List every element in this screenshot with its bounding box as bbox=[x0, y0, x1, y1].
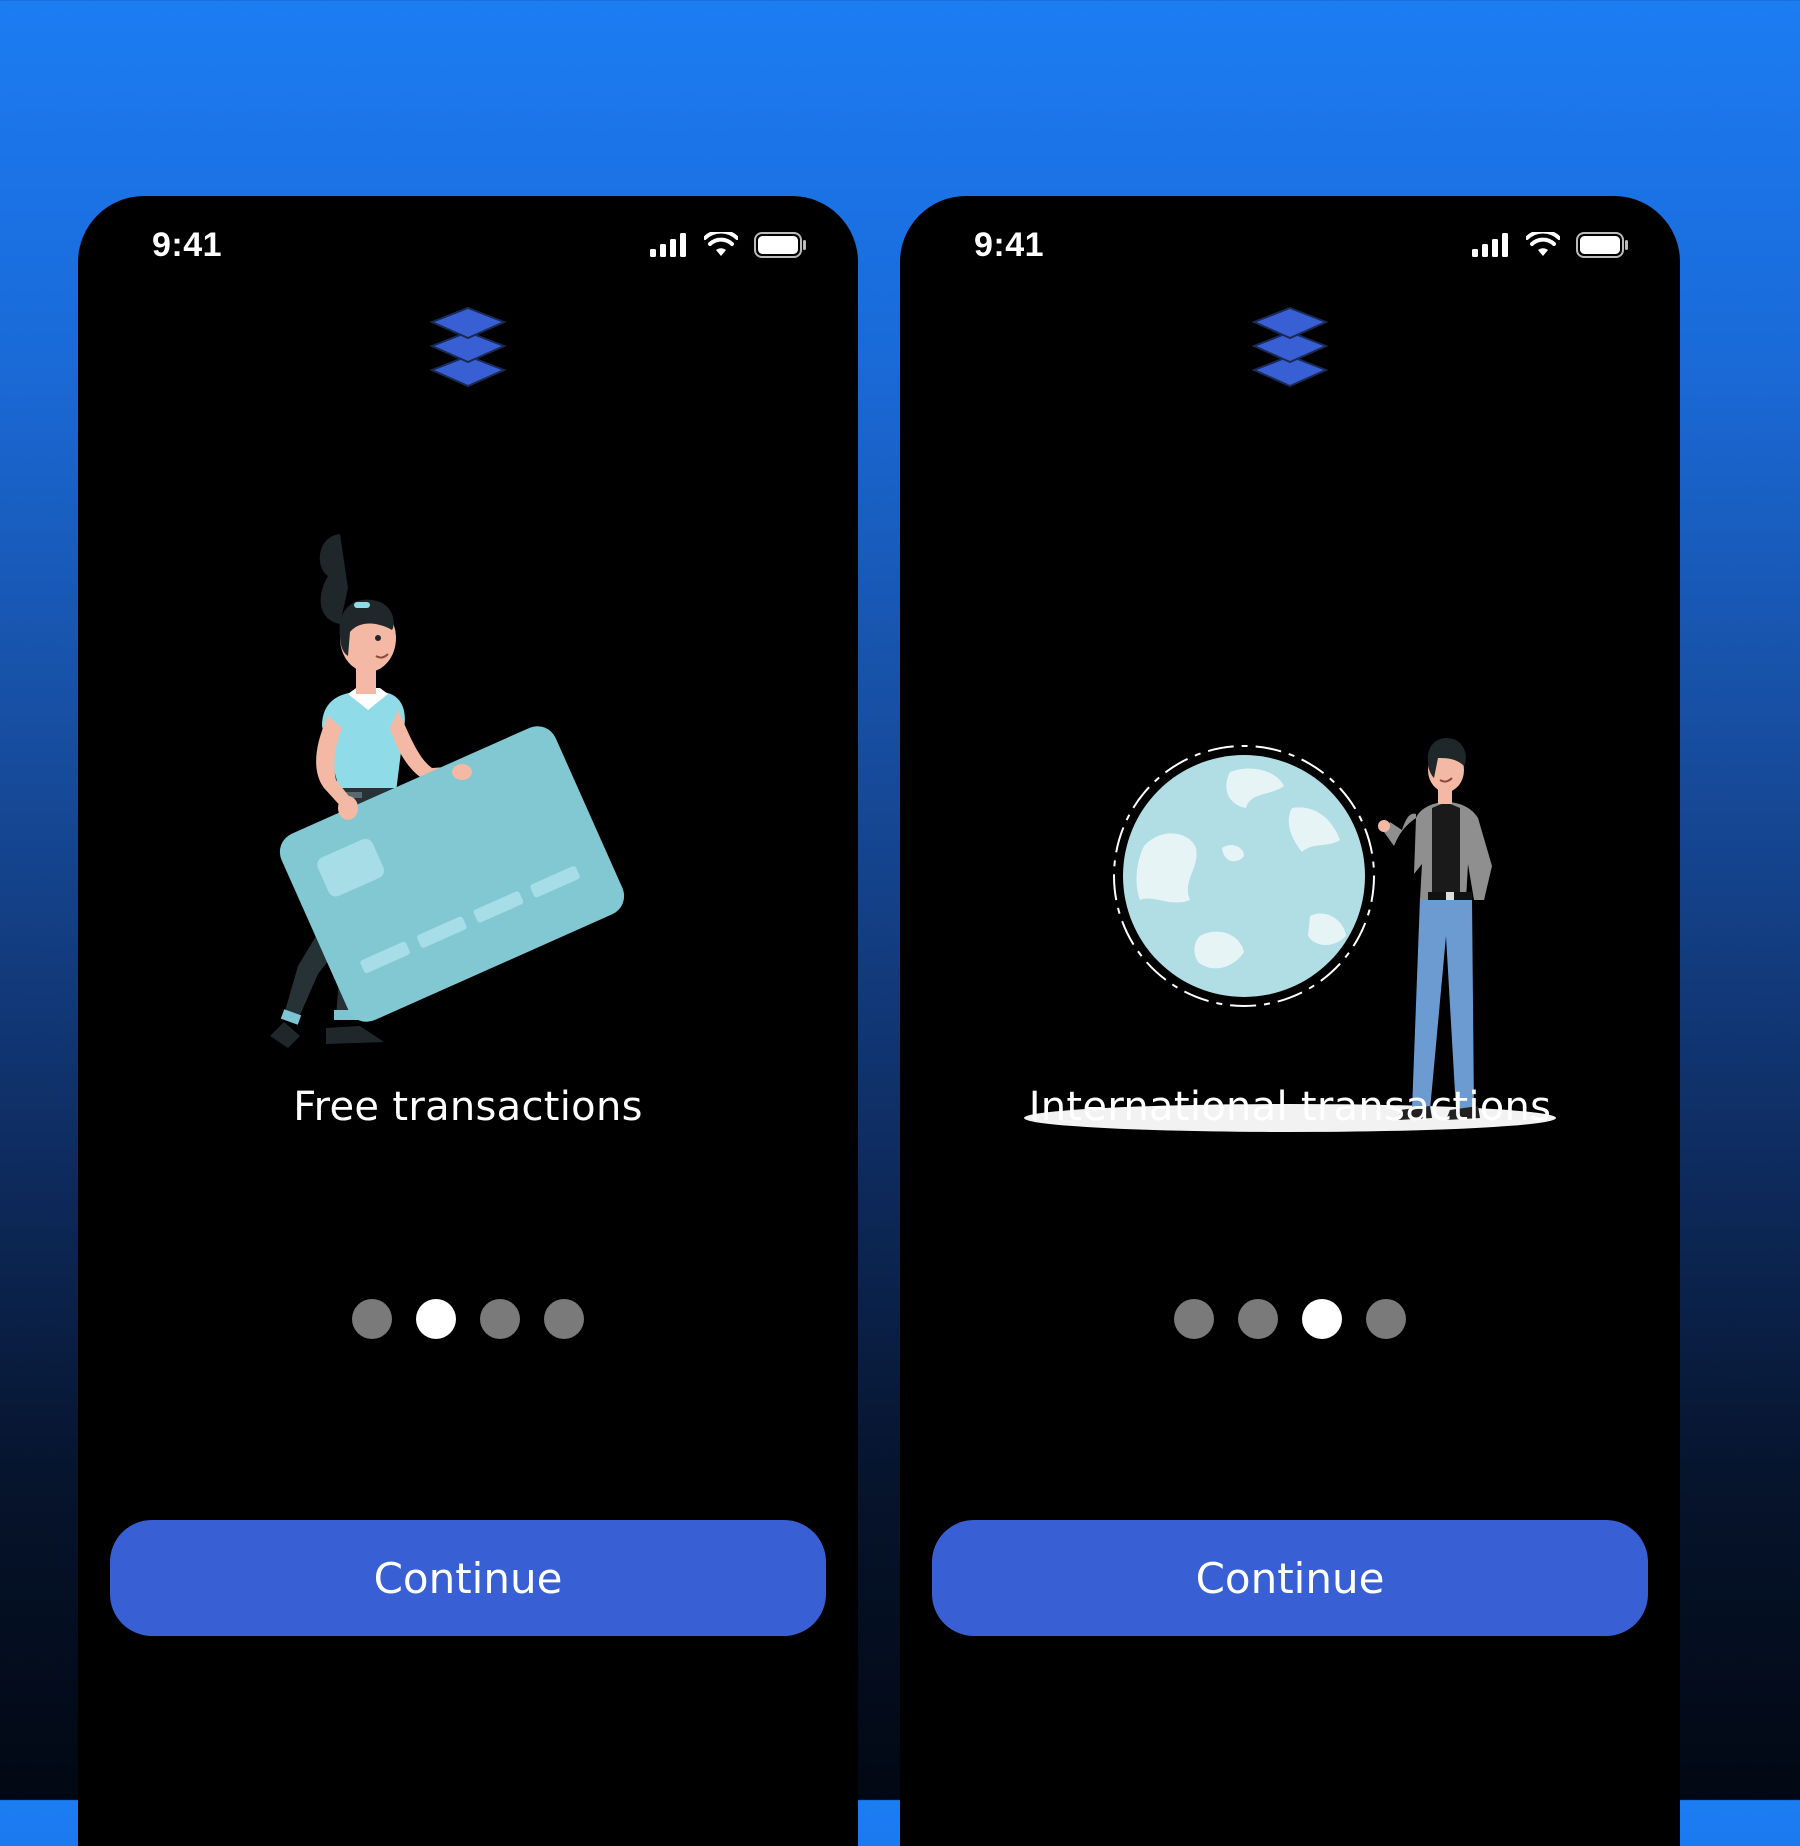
wifi-icon bbox=[1526, 232, 1560, 256]
screen-title: Free transactions bbox=[293, 1084, 643, 1130]
status-bar-icons bbox=[650, 232, 808, 258]
continue-button[interactable]: Continue bbox=[110, 1520, 826, 1636]
battery-icon bbox=[1576, 232, 1628, 258]
pagination-dot[interactable] bbox=[1366, 1299, 1406, 1339]
layers-logo-icon bbox=[1252, 306, 1328, 388]
onboarding-screen-free-transactions: 9:41 Free transactions Continue bbox=[78, 196, 858, 1846]
status-time: 9:41 bbox=[974, 226, 1045, 264]
pagination-dot[interactable] bbox=[1174, 1299, 1214, 1339]
pagination-dots bbox=[900, 1299, 1680, 1339]
pagination-dot[interactable] bbox=[480, 1299, 520, 1339]
wifi-icon bbox=[704, 232, 738, 256]
battery-icon bbox=[754, 232, 806, 258]
onboarding-screen-international-transactions: 9:41 International transactions Continue bbox=[900, 196, 1680, 1846]
pagination-dots bbox=[78, 1299, 858, 1339]
status-bar-icons bbox=[1472, 232, 1630, 258]
pagination-dot[interactable] bbox=[1238, 1299, 1278, 1339]
signal-icon bbox=[650, 233, 686, 257]
pagination-dot[interactable] bbox=[352, 1299, 392, 1339]
signal-icon bbox=[1472, 233, 1508, 257]
continue-button[interactable]: Continue bbox=[932, 1520, 1648, 1636]
screen-title: International transactions bbox=[1028, 1084, 1552, 1130]
layers-logo-icon bbox=[430, 306, 506, 388]
status-time: 9:41 bbox=[152, 226, 223, 264]
pagination-dot-active[interactable] bbox=[416, 1299, 456, 1339]
pagination-dot[interactable] bbox=[544, 1299, 584, 1339]
pagination-dot-active[interactable] bbox=[1302, 1299, 1342, 1339]
